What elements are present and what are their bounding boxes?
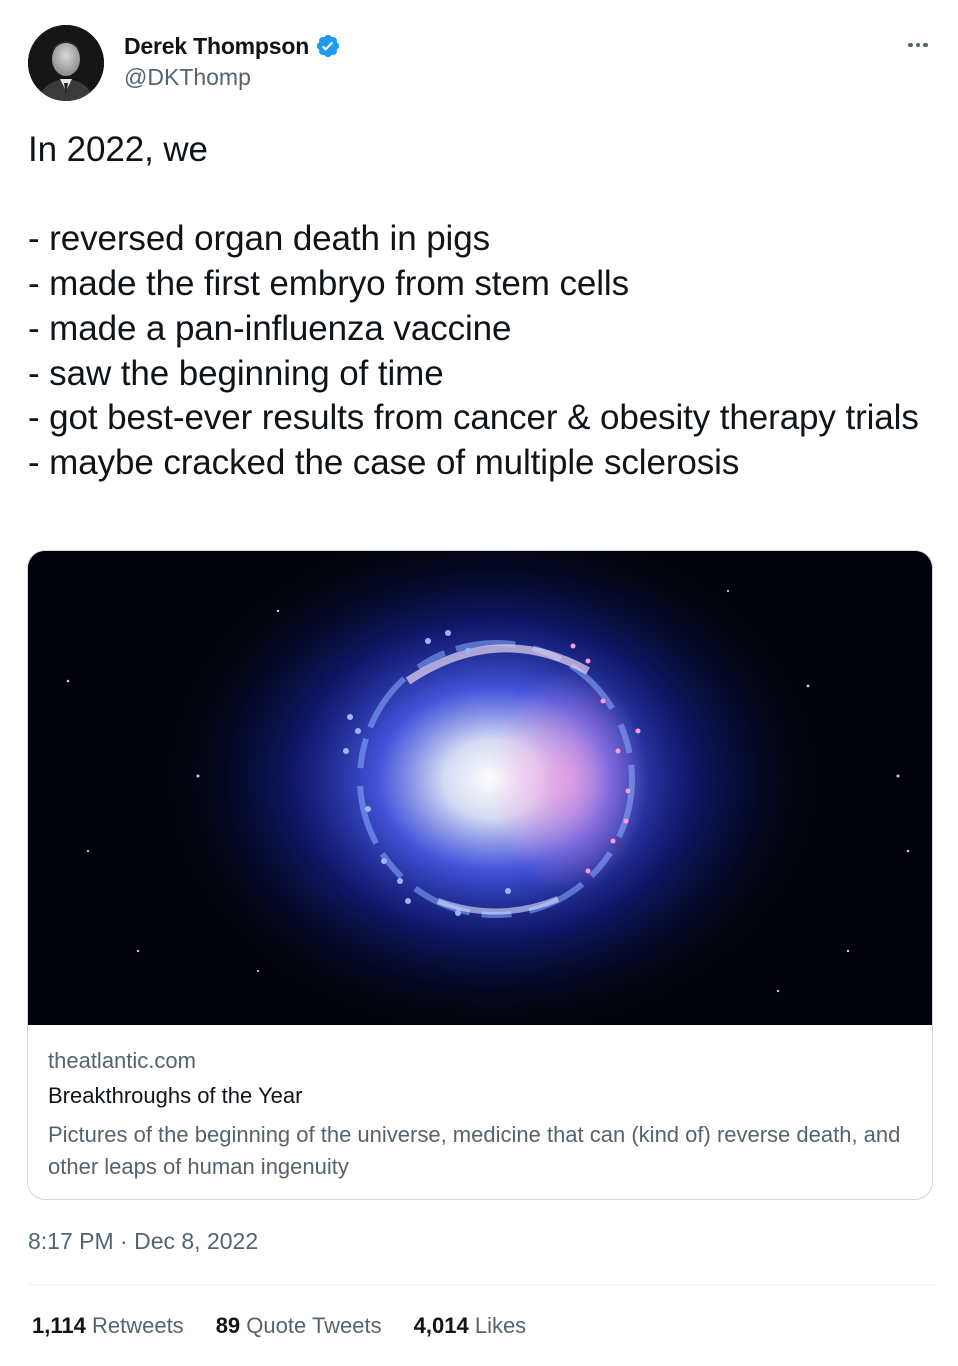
divider bbox=[28, 1284, 934, 1285]
tweet: Derek Thompson @DKThomp In 2022, we - re… bbox=[0, 0, 958, 1366]
link-card-domain: theatlantic.com bbox=[48, 1048, 196, 1073]
retweets-stat[interactable]: 1,114 Retweets bbox=[32, 1313, 184, 1339]
avatar[interactable] bbox=[28, 25, 104, 101]
tweet-text: In 2022, we - reversed organ death in pi… bbox=[28, 130, 919, 482]
engagement-stats: 1,114 Retweets 89 Quote Tweets 4,014 Lik… bbox=[32, 1313, 526, 1339]
retweets-label: Retweets bbox=[91, 1313, 184, 1338]
author-handle[interactable]: @DKThomp bbox=[124, 64, 251, 91]
likes-label: Likes bbox=[474, 1313, 527, 1338]
more-button[interactable] bbox=[898, 30, 938, 60]
quote-tweets-count: 89 bbox=[215, 1313, 241, 1338]
link-card-image[interactable] bbox=[28, 551, 932, 1025]
author-name-row[interactable]: Derek Thompson bbox=[124, 31, 341, 61]
more-icon bbox=[908, 42, 913, 48]
avatar-image bbox=[28, 25, 104, 101]
likes-stat[interactable]: 4,014 Likes bbox=[414, 1313, 527, 1339]
quote-tweets-label: Quote Tweets bbox=[246, 1313, 382, 1338]
author-display-name[interactable]: Derek Thompson bbox=[124, 33, 309, 60]
link-card-description: Pictures of the beginning of the univers… bbox=[48, 1122, 901, 1179]
likes-count: 4,014 bbox=[413, 1313, 469, 1338]
retweets-count: 1,114 bbox=[32, 1313, 86, 1338]
more-icon-dot bbox=[915, 42, 921, 48]
quote-tweets-stat[interactable]: 89 Quote Tweets bbox=[216, 1313, 382, 1339]
more-icon-dot bbox=[923, 42, 928, 48]
link-card[interactable]: theatlantic.com Breakthroughs of the Yea… bbox=[27, 550, 933, 1200]
tweet-timestamp[interactable]: 8:17 PM · Dec 8, 2022 bbox=[28, 1228, 258, 1255]
link-card-title: Breakthroughs of the Year bbox=[48, 1083, 303, 1108]
verified-badge-icon bbox=[315, 33, 341, 59]
